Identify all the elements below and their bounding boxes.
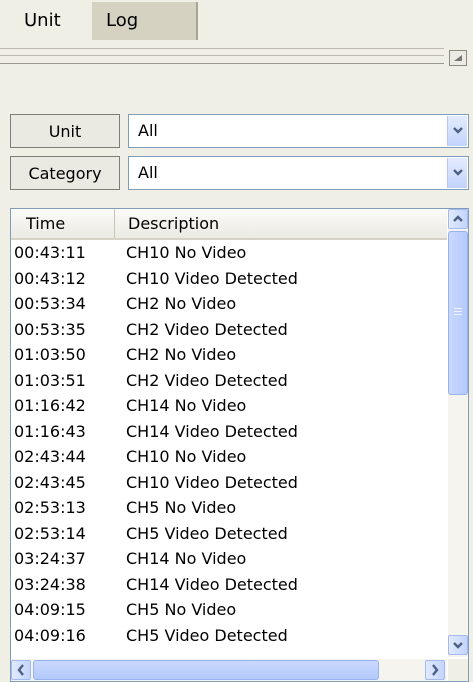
row-time: 04:09:16 (14, 625, 86, 645)
row-description: CH5 No Video (126, 498, 237, 517)
tab-log[interactable]: Log (92, 2, 198, 40)
row-description: CH5 No Video (126, 600, 237, 619)
horizontal-scrollbar[interactable] (11, 659, 447, 681)
row-description: CH10 No Video (126, 447, 247, 466)
table-row[interactable]: 03:24:37 CH14 No Video (11, 546, 447, 572)
row-time: 04:09:15 (14, 600, 86, 619)
table-row[interactable]: 02:43:45 CH10 Video Detected (11, 470, 447, 496)
collapse-button[interactable] (449, 50, 467, 66)
scroll-right-button[interactable] (425, 660, 445, 680)
table-row[interactable]: 00:53:34 CH2 No Video (11, 291, 447, 317)
row-time: 02:43:44 (14, 447, 86, 466)
row-description: CH2 Video Detected (126, 370, 288, 390)
table-row[interactable]: 00:43:11 CH10 No Video (11, 240, 447, 266)
table-row[interactable]: 02:53:14 CH5 Video Detected (11, 521, 447, 547)
scroll-down-button[interactable] (448, 635, 468, 655)
table-row[interactable]: 01:16:43 CH14 Video Detected (11, 419, 447, 445)
chevron-down-icon (452, 127, 463, 134)
row-description: CH14 Video Detected (126, 574, 298, 594)
table-row[interactable]: 00:53:35 CH2 Video Detected (11, 317, 447, 343)
row-time: 03:24:37 (14, 549, 86, 568)
unit-dropdown-button[interactable] (447, 116, 467, 146)
column-header-time[interactable]: Time (11, 209, 115, 238)
row-time: 03:24:38 (14, 574, 86, 594)
triangle-up-icon (454, 55, 462, 61)
scroll-up-button[interactable] (448, 209, 468, 229)
column-header-description[interactable]: Description (116, 209, 447, 238)
table-row[interactable]: 01:03:51 CH2 Video Detected (11, 368, 447, 394)
row-description: CH14 No Video (126, 396, 247, 415)
arrow-right-icon (432, 664, 439, 676)
unit-filter-value: All (138, 121, 158, 140)
row-time: 00:53:34 (14, 294, 86, 313)
tab-bar: Unit Log (0, 0, 473, 42)
row-description: CH2 No Video (126, 345, 237, 364)
row-time: 00:43:11 (14, 243, 86, 262)
category-filter-select[interactable]: All (128, 156, 469, 190)
log-list-header: Time Description (11, 209, 447, 240)
tab-unit[interactable]: Unit (10, 2, 100, 40)
table-row[interactable]: 00:43:12 CH10 Video Detected (11, 266, 447, 292)
table-row[interactable]: 04:09:16 CH5 Video Detected (11, 623, 447, 649)
scrollbar-corner (448, 659, 468, 681)
scroll-left-button[interactable] (11, 660, 31, 680)
row-description: CH2 Video Detected (126, 319, 288, 339)
row-time: 01:03:50 (14, 345, 86, 364)
row-description: CH14 No Video (126, 549, 247, 568)
panel-splitter[interactable] (0, 48, 444, 64)
row-description: CH5 Video Detected (126, 523, 288, 543)
category-filter-label: Category (10, 156, 120, 190)
table-row[interactable]: 03:24:38 CH14 Video Detected (11, 572, 447, 598)
horizontal-scroll-thumb[interactable] (33, 660, 379, 680)
row-time: 00:43:12 (14, 268, 86, 288)
arrow-down-icon (453, 642, 463, 649)
arrow-up-icon (453, 215, 463, 222)
table-row[interactable]: 02:53:13 CH5 No Video (11, 495, 447, 521)
chevron-down-icon (452, 169, 463, 176)
row-time: 02:43:45 (14, 472, 86, 492)
table-row[interactable]: 04:09:15 CH5 No Video (11, 597, 447, 623)
vertical-scrollbar[interactable] (448, 209, 468, 657)
arrow-left-icon (17, 664, 24, 676)
unit-filter-select[interactable]: All (128, 114, 469, 148)
vertical-scroll-thumb[interactable] (448, 231, 468, 395)
row-description: CH14 Video Detected (126, 421, 298, 441)
table-row[interactable]: 02:43:44 CH10 No Video (11, 444, 447, 470)
row-time: 02:53:13 (14, 498, 86, 517)
table-row[interactable]: 01:03:50 CH2 No Video (11, 342, 447, 368)
row-time: 01:16:42 (14, 396, 86, 415)
row-time: 01:16:43 (14, 421, 86, 441)
row-description: CH10 No Video (126, 243, 247, 262)
row-description: CH10 Video Detected (126, 268, 298, 288)
row-description: CH2 No Video (126, 294, 237, 313)
category-filter-value: All (138, 163, 158, 182)
row-time: 00:53:35 (14, 319, 86, 339)
row-time: 02:53:14 (14, 523, 86, 543)
table-row[interactable]: 01:16:42 CH14 No Video (11, 393, 447, 419)
category-dropdown-button[interactable] (447, 158, 467, 188)
row-description: CH5 Video Detected (126, 625, 288, 645)
log-rows: 00:43:11 CH10 No Video 00:43:12 CH10 Video … (11, 240, 447, 648)
row-time: 01:03:51 (14, 370, 86, 390)
unit-filter-label: Unit (10, 114, 120, 148)
row-description: CH10 Video Detected (126, 472, 298, 492)
log-list[interactable]: Time Description 00:43:11 CH10 No Video 00… (10, 208, 469, 682)
